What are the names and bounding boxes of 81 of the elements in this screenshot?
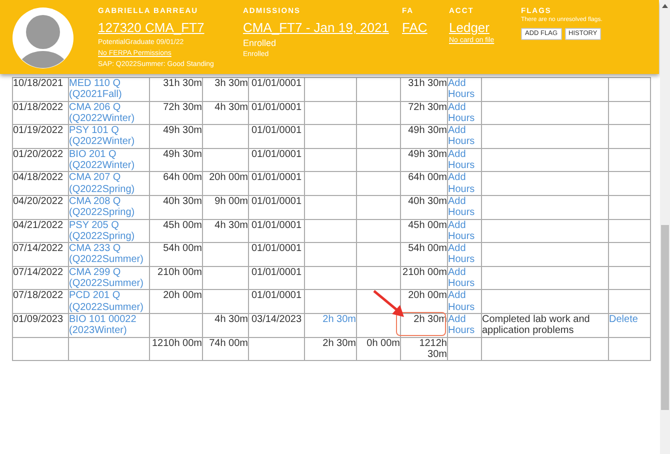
course-link[interactable]: CMA 233 Q (Q2022Summer) xyxy=(69,243,149,266)
total-cell: 1212h 30m xyxy=(419,338,447,360)
hours-cell-text: 64h 00m xyxy=(162,172,202,184)
date-cell-text: 04/21/2022 xyxy=(13,220,64,231)
hours-cell-text: 72h 30m xyxy=(407,102,447,113)
course-link[interactable]: BIO 201 Q (Q2022Winter) xyxy=(69,148,149,172)
date-cell-text: 01/19/2022 xyxy=(13,125,64,136)
add-hours-link[interactable]: Add Hours xyxy=(448,314,481,337)
hours-cell-text: 3h 30m xyxy=(214,78,248,90)
total-cell: 1210h 00m xyxy=(152,338,202,349)
date-cell-text: 01/01/0001 xyxy=(250,220,303,231)
hours-cell-text: 72h 30m xyxy=(162,102,202,113)
add-hours-link[interactable]: Add Hours xyxy=(448,266,481,290)
hours-cell-text: 40h 30m xyxy=(162,196,202,208)
course-link[interactable]: CMA 207 Q (Q2022Spring) xyxy=(69,172,149,195)
date-cell-text: 01/01/0001 xyxy=(250,266,303,278)
program-link[interactable]: CMA_FT7 - Jan 19, 2021 xyxy=(243,19,389,36)
course-link[interactable]: MED 110 Q (Q2021Fall) xyxy=(69,78,149,101)
fa-link[interactable]: FAC xyxy=(402,19,428,36)
hours-cell-text: 49h 30m xyxy=(407,125,447,136)
date-cell-text: 07/18/2022 xyxy=(13,290,64,302)
hours-cell-text: 40h 30m xyxy=(407,196,447,208)
date-cell-text: 01/01/0001 xyxy=(250,148,303,160)
hours-cell-text: 45h 00m xyxy=(407,220,447,231)
total-cell: 2h 30m xyxy=(322,338,356,349)
add-hours-link[interactable]: Add Hours xyxy=(448,290,481,313)
notes-cell-text: Completed lab work and application problems xyxy=(482,314,591,337)
date-cell-text: 01/01/0001 xyxy=(250,102,303,113)
add-hours-link[interactable]: Add Hours xyxy=(448,172,481,195)
add-hours-link[interactable]: Add Hours xyxy=(448,125,481,148)
add-hours-link[interactable]: Add Hours xyxy=(448,243,481,266)
course-link[interactable]: PSY 205 Q (Q2022Spring) xyxy=(69,220,149,242)
date-cell-text: 07/14/2022 xyxy=(13,243,64,254)
hours-cell-text: 210h 00m xyxy=(156,266,202,278)
add-hours-link[interactable]: Add Hours xyxy=(448,196,481,219)
add-hours-link[interactable]: Add Hours xyxy=(448,220,481,242)
hours-cell-text: 4h 30m xyxy=(214,102,248,113)
total-cell: 0h 00m xyxy=(366,338,400,349)
date-cell-text: 04/18/2022 xyxy=(13,172,64,184)
date-cell-text: 07/14/2022 xyxy=(13,266,64,278)
date-cell-text: 01/09/2023 xyxy=(13,314,64,326)
hours-cell-text: 210h 00m xyxy=(402,266,447,278)
date-cell-text: 04/20/2022 xyxy=(13,196,64,208)
add-hours-link[interactable]: Add Hours xyxy=(448,148,481,172)
course-link[interactable]: PSY 101 Q (Q2022Winter) xyxy=(69,125,149,148)
hours-cell-text: 49h 30m xyxy=(407,148,447,160)
date-cell-text: 01/01/0001 xyxy=(250,243,303,254)
student-id-link[interactable]: 127320 CMA_FT7 xyxy=(98,19,204,36)
hours-cell-text: 49h 30m xyxy=(162,125,202,136)
hours-cell-text: 54h 00m xyxy=(407,243,447,254)
date-cell-text: 01/01/0001 xyxy=(250,290,303,302)
date-cell-text: 10/18/2021 xyxy=(13,78,64,90)
date-cell-text: 01/01/0001 xyxy=(250,125,303,136)
enrollment-status: Enrolled xyxy=(243,37,276,49)
date-cell-text: 01/18/2022 xyxy=(13,102,64,113)
hours-cell-text: 20h 00m xyxy=(407,290,447,302)
date-cell-text: 01/01/0001 xyxy=(250,196,303,208)
add-hours-link[interactable]: Add Hours xyxy=(448,78,481,101)
total-cell: 74h 00m xyxy=(209,338,248,349)
course-link[interactable]: BIO 101 00022 (2023Winter) xyxy=(69,314,149,337)
date-cell-text: 03/14/2023 xyxy=(250,314,303,326)
hours-cell-text: 31h 30m xyxy=(407,78,447,90)
hours-cell-text: 9h 00m xyxy=(214,196,248,208)
hours-cell-text: 4h 30m xyxy=(214,314,248,326)
hours-cell-text: 45h 00m xyxy=(162,220,202,231)
hours-cell-text: 54h 00m xyxy=(162,243,202,254)
date-cell-text: 01/01/0001 xyxy=(250,78,303,90)
hours-cell-text: 20h 00m xyxy=(162,290,202,302)
course-link[interactable]: PCD 201 Q (Q2022Summer) xyxy=(69,290,149,313)
hours-cell-text: 64h 00m xyxy=(407,172,447,184)
course-link[interactable]: CMA 208 Q (Q2022Spring) xyxy=(69,196,149,219)
add-hours-link[interactable]: Add Hours xyxy=(448,102,481,124)
course-link[interactable]: CMA 299 Q (Q2022Summer) xyxy=(69,266,149,290)
hours-cell-text: 31h 30m xyxy=(162,78,202,90)
hours-cell-text: 4h 30m xyxy=(214,220,248,231)
hours-cell-text: 49h 30m xyxy=(162,148,202,160)
date-cell-text: 01/20/2022 xyxy=(13,148,64,160)
ledger-link[interactable]: Ledger xyxy=(449,19,490,36)
course-link[interactable]: CMA 206 Q (Q2022Winter) xyxy=(69,102,149,124)
hours-cell-text: 20h 00m xyxy=(208,172,248,184)
date-cell-text: 01/01/0001 xyxy=(250,172,303,184)
